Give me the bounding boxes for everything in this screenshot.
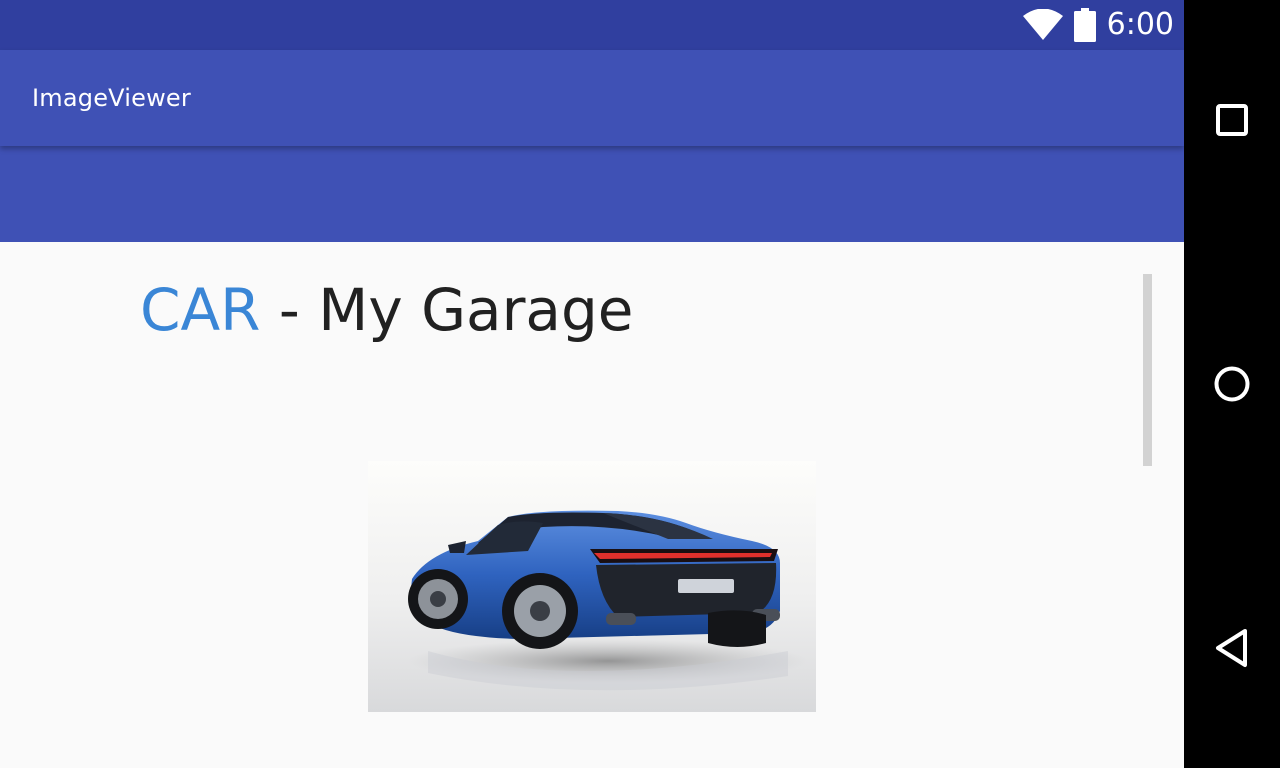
app-bar-extension: [0, 146, 1184, 242]
app-screen: 6:00 ImageViewer CAR - My Garage: [0, 0, 1184, 768]
status-icons: 6:00: [1022, 0, 1174, 50]
status-time: 6:00: [1106, 7, 1174, 42]
recents-button[interactable]: [1184, 72, 1280, 168]
car-image: [368, 461, 816, 712]
wifi-icon: [1022, 9, 1063, 40]
scroll-content[interactable]: CAR - My Garage: [0, 242, 1184, 768]
heading-rest: - My Garage: [260, 276, 634, 344]
app-title: ImageViewer: [32, 84, 191, 112]
page-heading: CAR - My Garage: [140, 272, 633, 348]
recents-square-icon: [1216, 104, 1248, 136]
home-button[interactable]: [1184, 336, 1280, 432]
navigation-bar: [1184, 0, 1280, 768]
app-bar: ImageViewer: [0, 50, 1184, 146]
scrollbar[interactable]: [1143, 274, 1152, 466]
home-circle-icon: [1214, 366, 1250, 402]
back-button[interactable]: [1184, 600, 1280, 696]
back-triangle-icon: [1216, 629, 1247, 667]
heading-accent: CAR: [140, 276, 261, 344]
battery-icon: [1073, 8, 1096, 42]
status-bar: 6:00: [0, 0, 1184, 50]
